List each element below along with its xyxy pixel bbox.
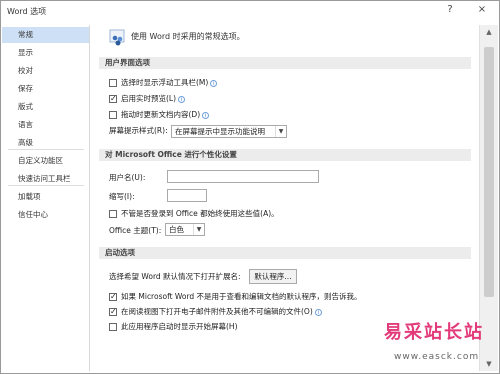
- theme-label: Office 主题(T):: [109, 226, 162, 235]
- chevron-down-icon: ▼: [275, 126, 286, 137]
- intro-text: 使用 Word 时采用的常规选项。: [131, 32, 245, 41]
- theme-row: Office 主题(T):: [109, 225, 161, 237]
- reading-view-checkbox[interactable]: [109, 306, 117, 318]
- scroll-up-icon[interactable]: ▲: [480, 25, 498, 39]
- live-preview-checkbox[interactable]: [109, 93, 117, 105]
- update-drag-checkbox[interactable]: [109, 111, 117, 119]
- initials-row: 缩写(I):: [109, 191, 135, 203]
- username-input[interactable]: [167, 170, 319, 183]
- section-startup: 启动选项: [99, 247, 471, 259]
- username-label: 用户名(U):: [109, 173, 146, 182]
- theme-value: 白色: [169, 225, 184, 234]
- option-mini-toolbar[interactable]: 选择时显示浮动工具栏(M) i: [109, 77, 218, 89]
- help-button[interactable]: ?: [443, 4, 457, 15]
- info-icon: i: [178, 95, 186, 103]
- info-icon: i: [314, 308, 322, 316]
- update-drag-label: 拖动时更新文档内容(D): [121, 110, 201, 119]
- start-screen-label: 此应用程序启动时显示开始屏幕(H): [121, 322, 238, 331]
- option-start-screen[interactable]: 此应用程序启动时显示开始屏幕(H): [109, 321, 238, 333]
- sidebar-item-customize-ribbon[interactable]: 自定义功能区: [2, 153, 89, 169]
- sidebar-divider: [8, 185, 84, 186]
- option-reading-view[interactable]: 在阅读视图下打开电子邮件附件及其他不可编辑的文件(O)i: [109, 306, 322, 318]
- scroll-thumb[interactable]: [484, 47, 494, 297]
- theme-select[interactable]: 白色 ▼: [165, 223, 205, 236]
- sidebar-item-addins[interactable]: 加载项: [2, 189, 89, 205]
- tell-me-checkbox[interactable]: [109, 291, 117, 303]
- sidebar-divider: [8, 149, 84, 150]
- watermark-url: www.easck.com: [394, 352, 480, 362]
- sidebar-item-proofing[interactable]: 校对: [2, 63, 89, 79]
- sidebar-item-trust-center[interactable]: 信任中心: [2, 207, 89, 223]
- sidebar-item-language[interactable]: 语言: [2, 117, 89, 133]
- settings-people-icon: [109, 29, 125, 46]
- extensions-row: 选择希望 Word 默认情况下打开扩展名:: [109, 271, 241, 283]
- close-button[interactable]: ×: [475, 4, 489, 15]
- sidebar-item-layout[interactable]: 版式: [2, 99, 89, 115]
- tell-me-label: 如果 Microsoft Word 不是用于查看和编辑文档的默认程序，则告诉我。: [121, 292, 362, 301]
- default-programs-button[interactable]: 默认程序...: [249, 269, 297, 284]
- info-icon: i: [210, 79, 218, 87]
- section-ui-options: 用户界面选项: [99, 57, 471, 69]
- sidebar-item-save[interactable]: 保存: [2, 81, 89, 97]
- section-personalize: 对 Microsoft Office 进行个性化设置: [99, 149, 471, 161]
- start-screen-checkbox[interactable]: [109, 323, 117, 331]
- chevron-down-icon: ▼: [193, 224, 204, 235]
- dialog-title: Word 选项: [7, 7, 47, 16]
- sidebar-item-general[interactable]: 常规: [2, 27, 89, 43]
- info-icon: i: [202, 111, 210, 119]
- options-sidebar: 常规 显示 校对 保存 版式 语言 高级 自定义功能区 快速访问工具栏 加载项 …: [2, 25, 90, 371]
- mini-toolbar-checkbox[interactable]: [109, 79, 117, 87]
- option-tell-me[interactable]: 如果 Microsoft Word 不是用于查看和编辑文档的默认程序，则告诉我。: [109, 291, 362, 303]
- screentip-value: 在屏幕提示中显示功能说明: [175, 127, 265, 136]
- option-always-use[interactable]: 不管是否登录到 Office 都始终使用这些值(A)。: [109, 208, 279, 220]
- username-row: 用户名(U):: [109, 172, 145, 184]
- live-preview-label: 启用实时预览(L): [121, 94, 177, 103]
- mini-toolbar-label: 选择时显示浮动工具栏(M): [121, 78, 209, 87]
- screentip-label: 屏幕提示样式(R):: [109, 126, 168, 135]
- reading-view-label: 在阅读视图下打开电子邮件附件及其他不可编辑的文件(O): [121, 307, 313, 316]
- site-watermark: 易采站长站 www.easck.com: [372, 318, 500, 374]
- screentip-select[interactable]: 在屏幕提示中显示功能说明 ▼: [171, 125, 287, 138]
- always-use-checkbox[interactable]: [109, 210, 117, 218]
- initials-label: 缩写(I):: [109, 192, 135, 201]
- option-update-drag[interactable]: 拖动时更新文档内容(D) i: [109, 109, 210, 121]
- watermark-text: 易采站长站: [384, 322, 484, 343]
- sidebar-item-display[interactable]: 显示: [2, 45, 89, 61]
- title-bar: Word 选项 ? ×: [1, 1, 499, 21]
- screentip-row: 屏幕提示样式(R):: [109, 125, 168, 137]
- extensions-label: 选择希望 Word 默认情况下打开扩展名:: [109, 272, 241, 281]
- option-live-preview[interactable]: 启用实时预览(L)i: [109, 93, 186, 105]
- initials-input[interactable]: [167, 189, 207, 202]
- always-use-label: 不管是否登录到 Office 都始终使用这些值(A)。: [121, 209, 279, 218]
